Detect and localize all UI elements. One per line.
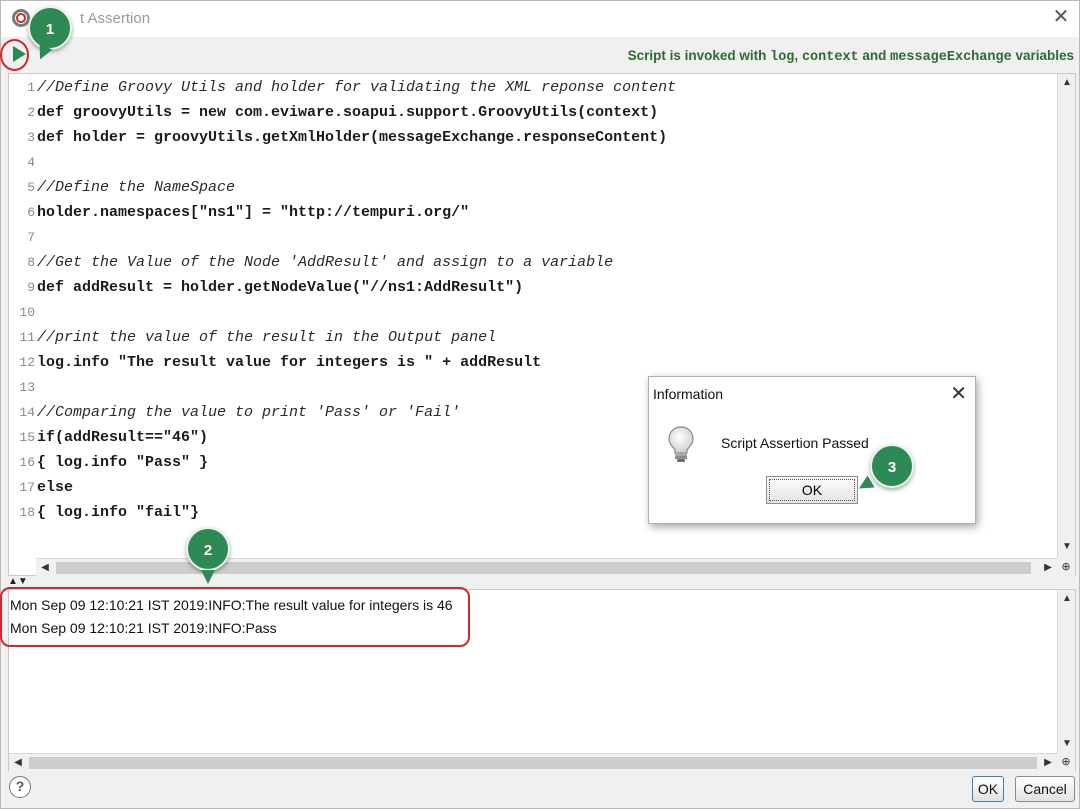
log-vertical-scrollbar[interactable]: ▲ ▼: [1057, 590, 1075, 753]
line-number: 9: [27, 280, 35, 295]
line-number: 8: [27, 255, 35, 270]
scroll-left-icon[interactable]: ◀: [36, 559, 54, 577]
line-number: 7: [27, 230, 35, 245]
window-title: t Assertion: [80, 10, 151, 27]
scroll-right-icon[interactable]: ▶: [1039, 754, 1057, 772]
line-number: 11: [19, 330, 35, 345]
code-line[interactable]: if(addResult=="46"): [37, 425, 208, 450]
step-marker-3: 3: [870, 444, 914, 488]
code-line[interactable]: { log.info "fail"}: [37, 500, 199, 525]
info-sep-2: and: [858, 48, 891, 63]
script-variables-info: Script is invoked with log, context and …: [628, 48, 1074, 65]
info-var-messageexchange: messageExchange: [890, 50, 1012, 65]
code-line[interactable]: //Define the NameSpace: [37, 175, 235, 200]
log-highlight-box: [0, 587, 470, 647]
code-line[interactable]: //Define Groovy Utils and holder for val…: [37, 75, 676, 100]
line-number: 2: [27, 105, 35, 120]
line-number: 13: [19, 380, 35, 395]
help-icon[interactable]: ?: [9, 776, 31, 798]
code-line[interactable]: def holder = groovyUtils.getXmlHolder(me…: [37, 125, 667, 150]
splitter-arrows-icon[interactable]: ▲▼: [8, 576, 28, 587]
code-line[interactable]: //Comparing the value to print 'Pass' or…: [37, 400, 460, 425]
code-line[interactable]: //print the value of the result in the O…: [37, 325, 496, 350]
code-line[interactable]: { log.info "Pass" }: [37, 450, 208, 475]
scroll-right-icon[interactable]: ▶: [1039, 559, 1057, 577]
information-dialog: Information ✕ Script Assertion Passed OK: [648, 376, 976, 524]
dialog-message: Script Assertion Passed: [721, 435, 869, 451]
info-prefix: Script is invoked with: [627, 48, 771, 63]
info-suffix: variables: [1011, 48, 1074, 63]
step-marker-1: 1: [28, 6, 72, 50]
scroll-left-icon[interactable]: ◀: [9, 754, 27, 772]
line-number: 14: [19, 405, 35, 420]
info-sep-1: ,: [794, 48, 802, 63]
line-number: 15: [19, 430, 35, 445]
line-number: 17: [19, 480, 35, 495]
code-line[interactable]: def groovyUtils = new com.eviware.soapui…: [37, 100, 658, 125]
focus-ring: [769, 479, 855, 501]
line-number: 18: [19, 505, 35, 520]
line-number: 3: [27, 130, 35, 145]
code-line[interactable]: holder.namespaces["ns1"] = "http://tempu…: [37, 200, 469, 225]
scroll-up-icon[interactable]: ▲: [1058, 74, 1076, 92]
line-number: 10: [19, 305, 35, 320]
line-number: 1: [27, 80, 35, 95]
code-line[interactable]: else: [37, 475, 73, 500]
line-number: 5: [27, 180, 35, 195]
scroll-down-icon[interactable]: ▼: [1058, 538, 1076, 556]
line-number: 4: [27, 155, 35, 170]
step-marker-2-pointer: [201, 570, 215, 584]
scroll-up-icon[interactable]: ▲: [1058, 590, 1076, 608]
info-var-log: log: [770, 50, 795, 65]
code-line[interactable]: def addResult = holder.getNodeValue("//n…: [37, 275, 523, 300]
dialog-ok-button[interactable]: OK: [766, 476, 858, 504]
editor-zoom-icon[interactable]: ⊕: [1057, 558, 1075, 576]
dialog-title: Information: [653, 386, 724, 402]
step-marker-2: 2: [186, 527, 230, 571]
line-number: 16: [19, 455, 35, 470]
info-var-context: context: [801, 50, 859, 65]
run-button-highlight: [0, 39, 29, 71]
log-zoom-icon[interactable]: ⊕: [1057, 753, 1075, 771]
close-icon[interactable]: ✕: [1050, 6, 1072, 28]
log-horizontal-scrollbar[interactable]: ◀ ▶: [9, 753, 1057, 771]
code-line[interactable]: log.info "The result value for integers …: [37, 350, 541, 375]
horizontal-scroll-thumb[interactable]: [29, 757, 1037, 769]
cancel-button[interactable]: Cancel: [1015, 776, 1075, 802]
dialog-close-icon[interactable]: ✕: [950, 381, 967, 406]
scroll-down-icon[interactable]: ▼: [1058, 735, 1076, 753]
code-line[interactable]: //Get the Value of the Node 'AddResult' …: [37, 250, 613, 275]
ok-button[interactable]: OK: [972, 776, 1004, 802]
line-number: 6: [27, 205, 35, 220]
line-number: 12: [19, 355, 35, 370]
editor-vertical-scrollbar[interactable]: ▲ ▼: [1057, 74, 1075, 558]
lightbulb-icon: [667, 425, 695, 463]
title-bar: [1, 1, 1079, 37]
